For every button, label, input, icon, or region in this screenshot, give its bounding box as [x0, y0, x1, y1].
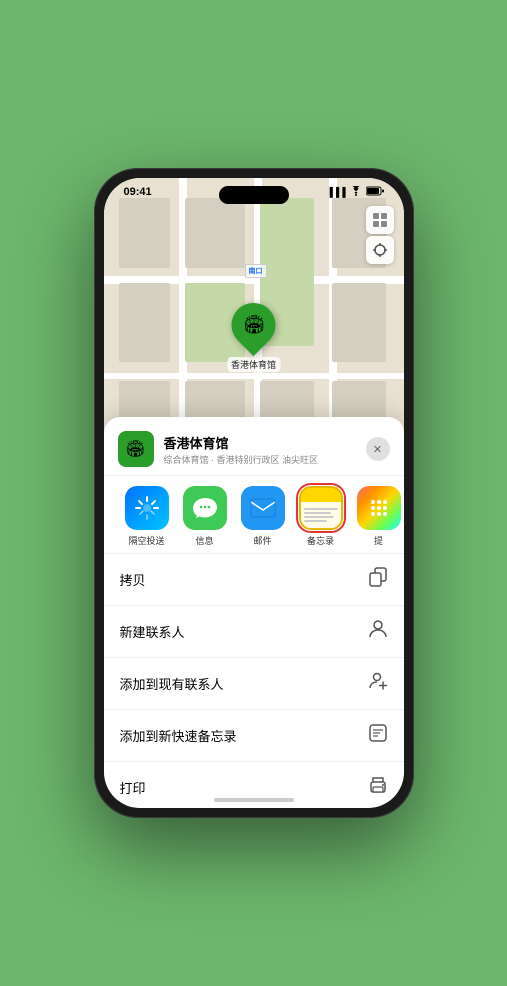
share-apps-row: 隔空投送 信息 [104, 476, 404, 554]
home-indicator [214, 798, 294, 802]
bottom-sheet: 🏟 香港体育馆 综合体育馆 · 香港特别行政区 油尖旺区 ✕ [104, 417, 404, 808]
map-type-button[interactable] [366, 206, 394, 234]
phone-screen: 09:41 ▐▐▐ [104, 178, 404, 808]
location-button[interactable] [366, 236, 394, 264]
share-app-more[interactable]: 提 [350, 486, 404, 547]
phone-frame: 09:41 ▐▐▐ [94, 168, 414, 818]
status-time: 09:41 [124, 186, 152, 198]
action-add-existing[interactable]: 添加到现有联系人 [104, 658, 404, 710]
add-notes-label: 添加到新快速备忘录 [120, 726, 237, 745]
copy-label: 拷贝 [120, 570, 146, 589]
action-copy[interactable]: 拷贝 [104, 554, 404, 606]
map-south-entrance-label: 南口 [245, 264, 267, 278]
battery-icon [366, 186, 384, 198]
action-new-contact[interactable]: 新建联系人 [104, 606, 404, 658]
add-existing-icon [368, 671, 388, 696]
share-app-mail[interactable]: 邮件 [234, 486, 292, 547]
share-app-airdrop[interactable]: 隔空投送 [118, 486, 176, 547]
airdrop-icon [125, 486, 169, 530]
signal-icon: ▐▐▐ [326, 187, 345, 197]
add-notes-icon [368, 723, 388, 748]
venue-info: 香港体育馆 综合体育馆 · 香港特别行政区 油尖旺区 [164, 433, 366, 466]
venue-subtitle: 综合体育馆 · 香港特别行政区 油尖旺区 [164, 453, 366, 466]
dynamic-island [219, 186, 289, 204]
print-icon [368, 775, 388, 800]
new-contact-icon [368, 619, 388, 644]
more-label: 提 [374, 534, 383, 547]
print-label: 打印 [120, 778, 146, 797]
venue-icon: 🏟 [118, 431, 154, 467]
share-app-notes[interactable]: 备忘录 [292, 486, 350, 547]
copy-icon [368, 567, 388, 592]
sheet-close-button[interactable]: ✕ [366, 437, 390, 461]
stadium-pin-icon: 🏟 [242, 314, 265, 335]
airdrop-label: 隔空投送 [128, 534, 164, 547]
more-icon [357, 486, 401, 530]
status-icons: ▐▐▐ [326, 186, 383, 198]
stadium-pin: 🏟 [222, 294, 284, 356]
wifi-icon [350, 186, 362, 198]
notes-icon [299, 486, 343, 530]
messages-label: 信息 [195, 534, 213, 547]
mail-icon [241, 486, 285, 530]
mail-label: 邮件 [253, 534, 271, 547]
add-existing-label: 添加到现有联系人 [120, 674, 224, 693]
sheet-header: 🏟 香港体育馆 综合体育馆 · 香港特别行政区 油尖旺区 ✕ [104, 417, 404, 476]
share-app-messages[interactable]: 信息 [176, 486, 234, 547]
action-add-notes[interactable]: 添加到新快速备忘录 [104, 710, 404, 762]
messages-icon [183, 486, 227, 530]
venue-name: 香港体育馆 [164, 433, 366, 452]
action-list: 拷贝 新建联系人 [104, 554, 404, 808]
map-controls [366, 206, 394, 264]
notes-label: 备忘录 [307, 534, 334, 547]
stadium-name-label: 香港体育馆 [227, 357, 280, 372]
new-contact-label: 新建联系人 [120, 622, 185, 641]
stadium-marker: 🏟 香港体育馆 [227, 303, 280, 372]
